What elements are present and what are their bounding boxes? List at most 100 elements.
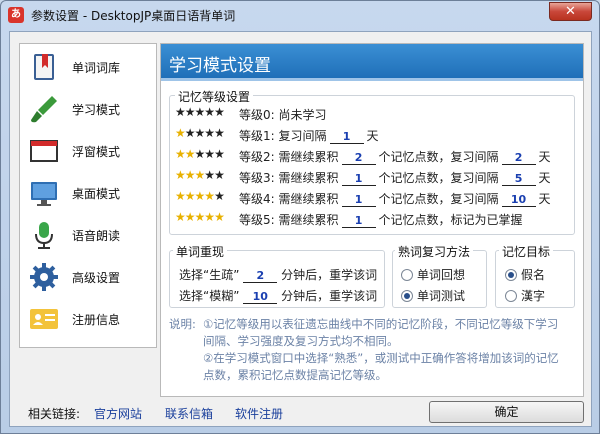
level-description: 尚未学习 [278,108,327,122]
ok-button[interactable]: 确定 [429,401,584,423]
memory-level-group-title: 记忆等级设置 [175,88,254,105]
level-label: 需继续累积 [278,150,339,164]
interval-input[interactable]: 10 [501,193,536,207]
sidebar-item-float-mode[interactable]: 浮窗模式 [20,131,156,171]
sidebar-item-label: 学习模式 [72,103,121,117]
level-label: 个记忆点数，复习间隔 [378,171,499,185]
star-filled-icon: ★ [184,168,196,182]
memory-level-row: ★★★★★ 等级3: 需继续累积 1 个记忆点数，复习间隔 5 天 [175,168,551,186]
repeat-row-unfamiliar: 选择“生疏” 2 分钟后，重学该词 [179,266,377,284]
star-filled-icon: ★ [175,126,186,140]
star-empty-icon: ★ [204,126,215,140]
official-site-link[interactable]: 官方网站 [94,405,142,422]
interval-input[interactable]: 5 [501,172,536,186]
star-filled-icon: ★ [175,210,186,224]
sidebar-item-word-library[interactable]: 单词词库 [20,47,156,87]
level-label: 个记忆点数，复习间隔 [378,150,499,164]
memory-level-text: 等级0: 尚未学习 [239,106,327,123]
id-card-icon [30,309,58,329]
star-empty-icon: ★ [204,168,215,182]
radio-word-recall[interactable]: 单词回想 [401,266,465,283]
star-rating-icon: ★★★★★ [175,189,237,203]
level-unit: 天 [538,192,551,206]
memory-level-row: ★★★★★ 等级5: 需继续累积 1 个记忆点数，标记为已掌握 [175,210,523,228]
points-input[interactable]: 1 [341,214,376,228]
microphone-icon [35,222,53,249]
level-prefix: 等级3: [239,171,275,185]
close-button[interactable]: ✕ [549,2,592,21]
note-line: ①记忆等级用以表征遗忘曲线中不同的记忆阶段，不同记忆等级下学习 [203,317,559,331]
star-filled-icon: ★ [175,189,186,203]
interval-input[interactable]: 2 [501,151,536,165]
radio-word-test[interactable]: 单词测试 [401,287,465,304]
interval-input[interactable]: 1 [329,130,364,144]
panel-banner: 学习模式设置 [161,44,583,78]
memory-level-text: 等级1: 复习间隔 1 天 [239,127,379,144]
points-input[interactable]: 1 [341,193,376,207]
level-label: 个记忆点数，复习间隔 [378,192,499,206]
book-icon [34,54,54,80]
points-input[interactable]: 2 [341,151,376,165]
sidebar-item-label: 高级设置 [72,271,121,285]
sidebar-item-registration-info[interactable]: 注册信息 [20,299,156,339]
related-links-label: 相关链接: [28,407,81,421]
memory-target-group-title: 记忆目标 [499,243,554,260]
star-empty-icon: ★ [204,105,215,119]
sidebar-item-study-mode[interactable]: 学习模式 [20,89,156,129]
note-label: 说明: [169,317,196,331]
star-filled-icon: ★ [214,210,225,224]
radio-kanji[interactable]: 漢字 [505,287,545,304]
client-area: 单词词库 学习模式 浮窗模式 桌面模式 语音朗读 高级设置 注册信息 学习模式设… [9,31,592,427]
app-icon: あ [8,7,24,23]
memory-level-text: 等级4: 需继续累积 1 个记忆点数，复习间隔 10 天 [239,190,551,207]
word-repeat-group-title: 单词重现 [173,243,228,260]
repeat-row-label: 选择“模糊” [179,289,240,303]
radio-button[interactable] [505,269,517,281]
star-filled-icon: ★ [175,147,186,161]
radio-button[interactable] [401,269,413,281]
sidebar-item-desktop-mode[interactable]: 桌面模式 [20,173,156,213]
star-empty-icon: ★ [214,126,225,140]
star-empty-icon: ★ [214,105,225,119]
level-unit: 天 [538,150,551,164]
title-bar[interactable]: あ 参数设置 - DesktopJP桌面日语背单词 ✕ [1,1,599,29]
star-empty-icon: ★ [184,126,196,140]
note-line: ②在学习模式窗口中选择“熟悉”，或测试中正确作答将增加该词的记忆 [203,351,559,365]
software-registration-link[interactable]: 软件注册 [235,405,283,422]
sidebar: 单词词库 学习模式 浮窗模式 桌面模式 语音朗读 高级设置 注册信息 [19,43,157,348]
sidebar-item-advanced-settings[interactable]: 高级设置 [20,257,156,297]
radio-kana[interactable]: 假名 [505,266,545,283]
level-label: 天 [366,129,379,143]
monitor-icon [31,182,57,206]
vague-minutes-input[interactable]: 10 [243,290,278,304]
star-empty-icon: ★ [214,147,225,161]
page-title: 学习模式设置 [169,56,271,76]
note-line: 间隔、学习强度及复习方式均不相同。 [203,334,399,348]
level-prefix: 等级0: [239,108,275,122]
sidebar-item-label: 注册信息 [72,313,121,327]
points-input[interactable]: 1 [341,172,376,186]
level-prefix: 等级4: [239,192,275,206]
gear-icon [30,263,58,291]
note-line: 点数，累积记忆点数提高记忆等级。 [203,368,387,382]
star-empty-icon: ★ [194,105,206,119]
repeat-row-suffix: 分钟后，重学该词 [281,289,378,303]
sidebar-item-label: 桌面模式 [72,187,121,201]
radio-button[interactable] [505,290,517,302]
radio-label: 单词测试 [417,289,466,303]
star-rating-icon: ★★★★★ [175,105,237,119]
settings-window: あ 参数设置 - DesktopJP桌面日语背单词 ✕ 单词词库 学习模式 浮窗… [0,0,600,434]
contact-email-link[interactable]: 联系信箱 [165,405,213,422]
level-prefix: 等级5: [239,213,275,227]
sidebar-item-label: 单词词库 [72,61,121,75]
star-empty-icon: ★ [194,126,206,140]
star-empty-icon: ★ [214,168,225,182]
sidebar-item-label: 语音朗读 [72,229,121,243]
radio-button[interactable] [401,290,413,302]
level-label: 个记忆点数，标记为已掌握 [378,213,523,227]
repeat-row-vague: 选择“模糊” 10 分钟后，重学该词 [179,287,377,305]
level-label: 需继续累积 [278,213,339,227]
sidebar-item-voice-reading[interactable]: 语音朗读 [20,215,156,255]
unfamiliar-minutes-input[interactable]: 2 [243,269,278,283]
star-rating-icon: ★★★★★ [175,210,237,224]
